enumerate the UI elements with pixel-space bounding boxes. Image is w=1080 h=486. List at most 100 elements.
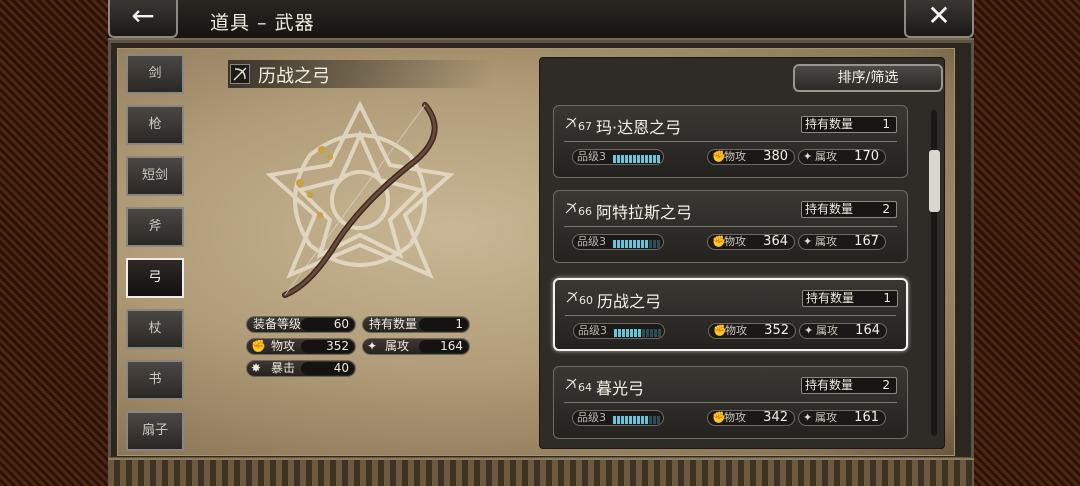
equip-level-value: 60: [333, 317, 349, 331]
elem-attack-icon: ✦: [804, 324, 814, 337]
crit-label: 暴击: [271, 361, 296, 375]
close-button[interactable]: ✕: [904, 0, 974, 38]
owned-count: 持有数量 2: [801, 377, 897, 394]
phys-attack-stat: ✊ 物攻 352: [246, 338, 356, 355]
phys-attack-label: 物攻: [724, 235, 746, 248]
elem-attack-pill: ✦ 属攻 167: [798, 234, 886, 250]
grade-label: 品级3: [577, 235, 606, 248]
card-divider: [564, 226, 897, 227]
elem-attack-label: 属攻: [815, 235, 837, 248]
tab-axe[interactable]: 斧: [126, 207, 184, 247]
owned-label: 持有数量: [805, 202, 854, 216]
scrollbar-thumb[interactable]: [929, 150, 940, 212]
grade-meter: 品级3: [572, 234, 664, 250]
elem-attack-label: 属攻: [385, 339, 410, 353]
card-divider: [564, 402, 897, 403]
phys-attack-value: 380: [763, 149, 788, 164]
grade-bar: [613, 414, 661, 424]
phys-attack-label: 物攻: [724, 150, 746, 163]
elem-attack-value: 161: [854, 410, 879, 425]
owned-value: 1: [882, 117, 890, 131]
owned-label: 持有数量: [369, 317, 418, 331]
tab-fan[interactable]: 扇子: [126, 411, 184, 451]
item-name: 历战之弓: [258, 66, 330, 87]
owned-label: 持有数量: [805, 378, 854, 392]
phys-attack-pill: ✊ 物攻 380: [707, 149, 795, 165]
crit-icon: ✸: [251, 361, 262, 375]
elem-attack-icon: ✦: [803, 411, 813, 424]
tab-book[interactable]: 书: [126, 360, 184, 400]
phys-attack-icon: ✊: [251, 339, 266, 353]
owned-stat: 持有数量 1: [362, 316, 470, 333]
owned-count: 持有数量 2: [801, 201, 897, 218]
left-decor: [0, 0, 108, 486]
owned-value: 2: [882, 202, 890, 216]
grade-bar: [613, 153, 661, 163]
tab-label: 枪: [148, 117, 162, 132]
owned-count: 持有数量 1: [801, 116, 897, 133]
grade-bar: [614, 327, 662, 337]
tab-sword[interactable]: 剑: [126, 54, 184, 94]
weapon-card[interactable]: 66 阿特拉斯之弓 持有数量 2 品级3 ✊ 物攻 364 ✦ 属攻 167: [553, 190, 908, 263]
grade-label: 品级3: [578, 324, 607, 337]
weapon-name: 暮光弓: [596, 379, 645, 398]
weapon-level: 60: [579, 294, 593, 307]
bow-icon: [230, 64, 250, 84]
elem-attack-value: 167: [854, 234, 879, 249]
card-divider: [565, 315, 896, 316]
weapon-card[interactable]: 64 暮光弓 持有数量 2 品级3 ✊ 物攻 342 ✦ 属攻 161: [553, 366, 908, 439]
sort-filter-button[interactable]: 排序/筛选: [793, 64, 943, 92]
owned-label: 持有数量: [805, 117, 854, 131]
crit-value: 40: [333, 361, 349, 375]
weapon-artwork: [240, 95, 480, 310]
phys-attack-label: 物攻: [271, 339, 296, 353]
back-arrow-icon: ←: [131, 0, 155, 32]
owned-value: 2: [882, 378, 890, 392]
tab-label: 短剑: [141, 168, 168, 183]
weapon-card[interactable]: 60 历战之弓 持有数量 1 品级3 ✊ 物攻 352 ✦ 属攻 164: [553, 278, 908, 351]
elem-attack-label: 属攻: [816, 324, 838, 337]
phys-attack-label: 物攻: [724, 411, 746, 424]
tab-label: 扇子: [141, 423, 168, 438]
elem-attack-value: 164: [440, 339, 463, 353]
grade-label: 品级3: [577, 411, 606, 424]
owned-value: 1: [455, 317, 463, 331]
grade-meter: 品级3: [572, 149, 664, 165]
back-button[interactable]: ←: [108, 0, 178, 38]
tab-label: 弓: [148, 270, 162, 285]
elem-attack-pill: ✦ 属攻 161: [798, 410, 886, 426]
grade-meter: 品级3: [572, 410, 664, 426]
elem-attack-icon: ✦: [367, 339, 378, 353]
tab-dagger[interactable]: 短剑: [126, 156, 184, 196]
grade-label: 品级3: [577, 150, 606, 163]
tab-label: 杖: [148, 321, 162, 336]
tab-bow[interactable]: 弓: [126, 258, 184, 298]
right-decor: [974, 0, 1080, 486]
phys-attack-value: 342: [763, 410, 788, 425]
weapon-name: 玛·达恩之弓: [596, 118, 682, 137]
phys-attack-pill: ✊ 物攻 342: [707, 410, 795, 426]
tab-label: 书: [148, 372, 162, 387]
weapon-level: 66: [578, 205, 592, 218]
equip-level-label: 装备等级: [253, 317, 302, 331]
bottom-decor: [108, 458, 974, 486]
owned-count: 持有数量 1: [802, 290, 898, 307]
elem-attack-label: 属攻: [815, 411, 837, 424]
equip-level-stat: 装备等级 60: [246, 316, 356, 333]
grade-bar: [613, 238, 661, 248]
elem-attack-icon: ✦: [803, 235, 813, 248]
tab-staff[interactable]: 杖: [126, 309, 184, 349]
owned-value: 1: [883, 291, 891, 305]
card-divider: [564, 141, 897, 142]
weapon-card[interactable]: 67 玛·达恩之弓 持有数量 1 品级3 ✊ 物攻 380 ✦ 属攻 170: [553, 105, 908, 178]
elem-attack-icon: ✦: [803, 150, 813, 163]
weapon-level: 64: [578, 381, 592, 394]
tab-spear[interactable]: 枪: [126, 105, 184, 145]
elem-attack-label: 属攻: [815, 150, 837, 163]
weapon-level: 67: [578, 120, 592, 133]
weapon-name: 历战之弓: [597, 292, 662, 311]
item-header: 历战之弓: [228, 60, 492, 88]
elem-attack-value: 170: [854, 149, 879, 164]
elem-attack-pill: ✦ 属攻 170: [798, 149, 886, 165]
crit-stat: ✸ 暴击 40: [246, 360, 356, 377]
